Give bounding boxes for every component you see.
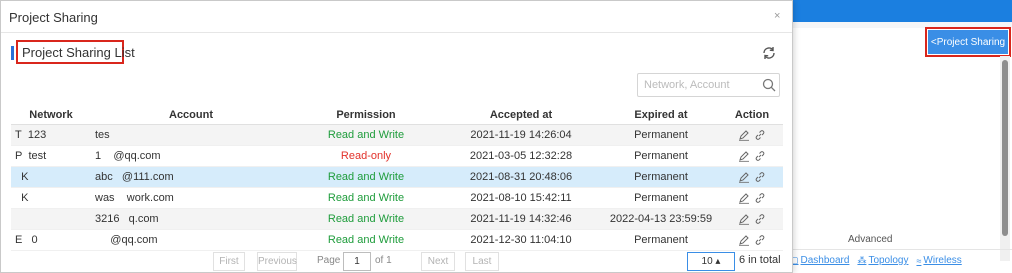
last-page-button[interactable]: Last — [465, 252, 499, 271]
page-number-input[interactable] — [343, 252, 371, 271]
search-icon[interactable] — [762, 78, 776, 92]
table-row[interactable]: P test 1 @qq.com Read-only 2021-03-05 12… — [11, 145, 783, 167]
cell-accepted: 2021-03-05 12:32:28 — [441, 145, 601, 167]
cell-permission: Read-only — [291, 145, 441, 167]
refresh-icon[interactable] — [761, 45, 777, 61]
page-label: Page — [317, 255, 341, 266]
sharing-table: Network Account Permission Accepted at E… — [11, 107, 783, 251]
column-header-accepted: Accepted at — [441, 107, 601, 125]
bottom-nav-links: ▢ Dashboard ⁂ Topology ≈ Wireless — [790, 255, 962, 266]
edit-icon[interactable] — [738, 150, 750, 162]
cell-action — [721, 124, 783, 146]
cell-accepted: 2021-11-19 14:32:46 — [441, 208, 601, 230]
cell-permission: Read and Write — [291, 124, 441, 146]
edit-icon[interactable] — [738, 192, 750, 204]
table-row[interactable]: 3216 q.com Read and Write 2021-11-19 14:… — [11, 208, 783, 230]
cell-accepted: 2021-08-31 20:48:06 — [441, 166, 601, 188]
edit-icon[interactable] — [738, 129, 750, 141]
wireless-link[interactable]: ≈ Wireless — [916, 255, 961, 266]
column-header-permission: Permission — [291, 107, 441, 125]
link-icon[interactable] — [754, 129, 766, 141]
page-size-select[interactable]: 10 ▴ — [687, 252, 735, 271]
link-icon[interactable] — [754, 171, 766, 183]
cell-account: tes — [91, 124, 291, 146]
first-page-button[interactable]: First — [213, 252, 245, 271]
top-bar — [780, 0, 1012, 22]
column-header-account: Account — [91, 107, 291, 125]
edit-icon[interactable] — [738, 213, 750, 225]
edit-icon[interactable] — [738, 171, 750, 183]
cell-network: T 123 — [11, 124, 91, 146]
scrollbar-thumb[interactable] — [1002, 60, 1008, 236]
topology-link-label: Topology — [868, 255, 909, 266]
section-marker — [11, 46, 14, 60]
project-sharing-button[interactable]: <Project Sharing — [925, 27, 1011, 57]
close-icon[interactable]: × — [774, 10, 780, 22]
wifi-icon: ≈ — [916, 255, 922, 266]
cell-accepted: 2021-11-19 14:26:04 — [441, 124, 601, 146]
cell-account: 1 @qq.com — [91, 145, 291, 167]
dialog-header: Project Sharing × — [1, 1, 792, 33]
cell-account: was work.com — [91, 187, 291, 209]
cell-action — [721, 208, 783, 230]
cell-action — [721, 166, 783, 188]
cell-accepted: 2021-08-10 15:42:11 — [441, 187, 601, 209]
cell-account: abc @111.com — [91, 166, 291, 188]
section-title: Project Sharing List — [16, 40, 135, 64]
cell-permission: Read and Write — [291, 166, 441, 188]
topology-link[interactable]: ⁂ Topology — [857, 255, 908, 266]
cell-permission: Read and Write — [291, 229, 441, 251]
cell-action — [721, 145, 783, 167]
column-header-network: Network — [11, 107, 91, 125]
dashboard-link[interactable]: ▢ Dashboard — [790, 255, 849, 266]
next-page-button[interactable]: Next — [421, 252, 455, 271]
cell-network: K — [11, 187, 91, 209]
table-row[interactable]: K abc @111.com Read and Write 2021-08-31… — [11, 166, 783, 188]
dialog-title: Project Sharing — [9, 10, 98, 25]
dashboard-link-label: Dashboard — [800, 255, 850, 266]
cell-expired: Permanent — [601, 187, 721, 209]
cell-expired: Permanent — [601, 145, 721, 167]
link-icon[interactable] — [754, 150, 766, 162]
table-row[interactable]: T 123 tes Read and Write 2021-11-19 14:2… — [11, 124, 783, 146]
wireless-link-label: Wireless — [923, 255, 962, 266]
pagination: First Previous Page of 1 Next Last 10 ▴ … — [1, 252, 792, 272]
link-icon[interactable] — [754, 234, 766, 246]
cell-action — [721, 229, 783, 251]
cell-permission: Read and Write — [291, 208, 441, 230]
cell-network — [11, 208, 91, 230]
cell-account: @qq.com — [91, 229, 291, 251]
right-panel — [790, 28, 1012, 273]
link-icon[interactable] — [754, 213, 766, 225]
cell-network: E 0 — [11, 229, 91, 251]
previous-page-button[interactable]: Previous — [257, 252, 297, 271]
search-field[interactable] — [637, 73, 780, 97]
cell-expired: Permanent — [601, 166, 721, 188]
cell-expired: Permanent — [601, 229, 721, 251]
table-header-row: Network Account Permission Accepted at E… — [11, 107, 783, 125]
search-input[interactable] — [644, 76, 754, 94]
divider — [790, 249, 1012, 250]
topology-icon: ⁂ — [857, 255, 867, 265]
cell-expired: Permanent — [601, 124, 721, 146]
table-row[interactable]: E 0 @qq.com Read and Write 2021-12-30 11… — [11, 229, 783, 251]
link-icon[interactable] — [754, 192, 766, 204]
cell-expired: 2022-04-13 23:59:59 — [601, 208, 721, 230]
advanced-label: Advanced — [848, 234, 893, 245]
cell-network: P test — [11, 145, 91, 167]
column-header-expired: Expired at — [601, 107, 721, 125]
cell-accepted: 2021-12-30 11:04:10 — [441, 229, 601, 251]
project-sharing-dialog: Project Sharing × Project Sharing List N… — [0, 0, 793, 273]
cell-permission: Read and Write — [291, 187, 441, 209]
table-row[interactable]: K was work.com Read and Write 2021-08-10… — [11, 187, 783, 209]
page-count-label: of 1 — [375, 255, 392, 266]
cell-account: 3216 q.com — [91, 208, 291, 230]
cell-network: K — [11, 166, 91, 188]
column-header-action: Action — [721, 107, 783, 125]
total-count: 6 in total — [739, 254, 781, 266]
edit-icon[interactable] — [738, 234, 750, 246]
cell-action — [721, 187, 783, 209]
